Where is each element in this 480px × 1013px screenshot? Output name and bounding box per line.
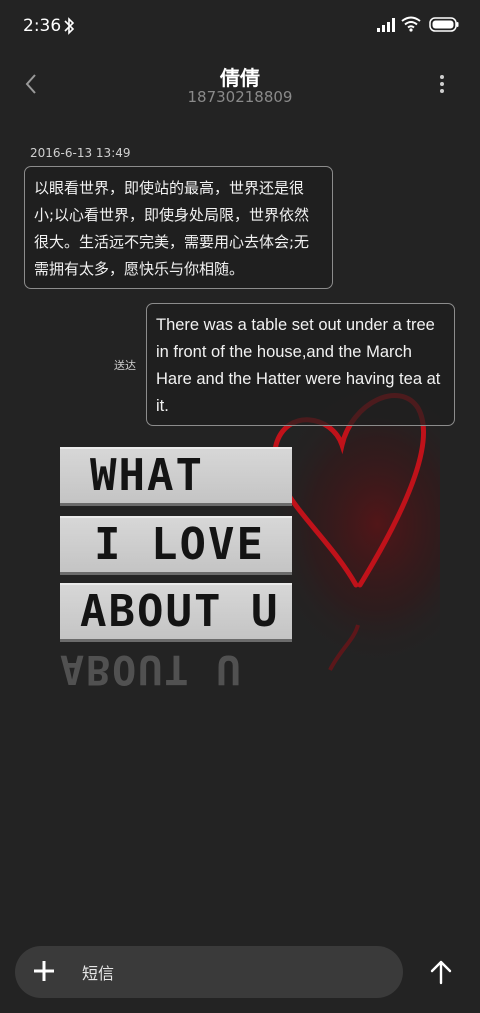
- battery-icon: [429, 17, 459, 32]
- bluetooth-icon: [64, 17, 75, 35]
- status-bar: 2:36: [0, 0, 480, 52]
- lightbox-line-1: WHAT: [60, 447, 292, 506]
- add-attachment-icon[interactable]: [33, 960, 55, 982]
- lightbox-line-3: ABOUT U: [60, 583, 292, 642]
- outgoing-message-bubble[interactable]: There was a table set out under a tree i…: [146, 303, 455, 426]
- message-timestamp: 2016-6-13 13:49: [30, 146, 131, 160]
- send-arrow-icon[interactable]: [429, 959, 453, 985]
- conversation-header: 倩倩 18730218809: [0, 52, 480, 122]
- delivery-status: 送达: [114, 359, 136, 372]
- incoming-message-bubble[interactable]: 以眼看世界，即使站的最高，世界还是很小;以心看世界，即使身处局限，世界依然很大。…: [24, 166, 333, 289]
- contact-name: 倩倩: [220, 66, 260, 90]
- lightbox-sign: WHAT I LOVE ABOUT U: [60, 447, 293, 647]
- lightbox-reflection: ABOUT U: [60, 649, 243, 689]
- status-time: 2:36: [23, 16, 62, 36]
- sms-input[interactable]: [80, 946, 384, 1000]
- wifi-icon: [401, 16, 421, 32]
- contact-number: 18730218809: [187, 88, 293, 106]
- signal-icon: [377, 18, 395, 32]
- lightbox-line-2: I LOVE: [60, 516, 292, 575]
- more-options-icon[interactable]: [432, 72, 452, 96]
- message-composer: [15, 946, 403, 1000]
